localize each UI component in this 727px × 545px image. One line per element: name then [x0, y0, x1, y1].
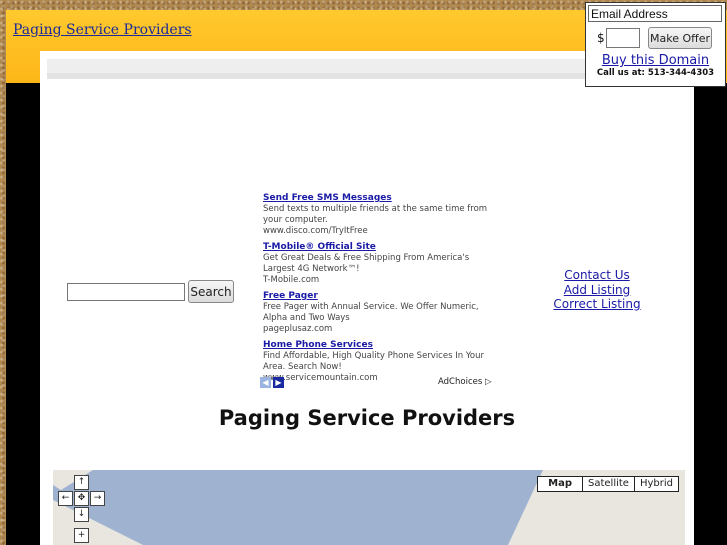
map-type-map[interactable]: Map [538, 477, 582, 491]
ad-description: Find Affordable, High Quality Phone Serv… [263, 351, 484, 372]
main-content: Search Send Free SMS Messages Send texts… [40, 51, 694, 545]
ad-item: Free Pager Free Pager with Annual Servic… [263, 290, 495, 335]
ad-url: pageplusaz.com [263, 324, 333, 334]
pan-up-icon[interactable]: ↑ [74, 475, 89, 490]
ad-description: Get Great Deals & Free Shipping From Ame… [263, 253, 470, 274]
pan-down-icon[interactable]: ↓ [74, 507, 89, 522]
ad-title-link[interactable]: T-Mobile® Official Site [263, 241, 495, 253]
ad-description: Free Pager with Annual Service. We Offer… [263, 302, 479, 323]
search-button[interactable]: Search [188, 280, 234, 303]
map-type-satellite[interactable]: Satellite [582, 477, 634, 491]
call-us-text: Call us at: 513-344-4303 [596, 68, 715, 78]
map-type-selector: Map Satellite Hybrid [537, 476, 679, 492]
ad-title-link[interactable]: Home Phone Services [263, 339, 495, 351]
right-border [694, 83, 727, 545]
ad-item: Send Free SMS Messages Send texts to mul… [263, 192, 495, 237]
zoom-in-icon[interactable]: + [74, 528, 89, 543]
ad-description: Send texts to multiple friends at the sa… [263, 204, 488, 225]
ad-title-link[interactable]: Send Free SMS Messages [263, 192, 495, 204]
ad-next-icon[interactable]: ▶ [273, 377, 284, 388]
listing-links: Contact Us Add Listing Correct Listing [548, 268, 646, 312]
buy-domain-link[interactable]: Buy this Domain [586, 53, 725, 68]
map-widget[interactable]: ↑ ← ✥ → ↓ + Map Satellite Hybrid [53, 470, 685, 545]
map-type-hybrid[interactable]: Hybrid [633, 477, 678, 491]
adchoices-link[interactable]: AdChoices ▷ [438, 377, 492, 387]
make-offer-button[interactable]: Make Offer [648, 27, 712, 49]
domain-offer-panel: $ Make Offer Buy this Domain Call us at:… [585, 2, 726, 87]
pan-center-icon[interactable]: ✥ [74, 491, 89, 506]
page-title: Paging Service Providers [218, 406, 516, 430]
ad-item: T-Mobile® Official Site Get Great Deals … [263, 241, 495, 286]
sponsored-ads: Send Free SMS Messages Send texts to mul… [263, 192, 495, 388]
correct-listing-link[interactable]: Correct Listing [548, 297, 646, 312]
contact-us-link[interactable]: Contact Us [548, 268, 646, 283]
ad-url: www.disco.com/TryItFree [263, 226, 368, 236]
ad-title-link[interactable]: Free Pager [263, 290, 495, 302]
add-listing-link[interactable]: Add Listing [548, 283, 646, 298]
email-field[interactable] [588, 5, 722, 22]
left-border [6, 83, 40, 545]
pan-right-icon[interactable]: → [90, 491, 105, 506]
offer-amount-input[interactable] [606, 28, 640, 48]
ad-prev-icon[interactable]: ◀ [260, 377, 271, 388]
top-banner-strip-shadow [47, 73, 627, 79]
pan-left-icon[interactable]: ← [58, 491, 73, 506]
search-input[interactable] [67, 283, 185, 301]
site-title-link[interactable]: Paging Service Providers [13, 22, 192, 38]
ad-url: T-Mobile.com [263, 275, 320, 285]
ad-pagination: ◀ ▶ [260, 377, 286, 396]
currency-symbol: $ [597, 31, 605, 45]
